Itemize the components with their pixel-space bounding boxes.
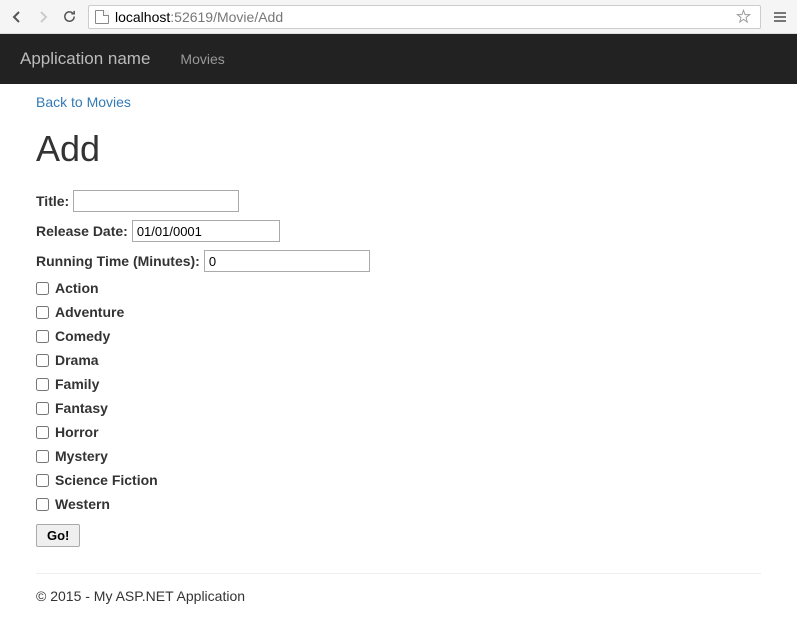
genre-checkbox[interactable] [36,378,49,391]
title-row: Title: [36,190,761,212]
bookmark-icon[interactable] [732,6,754,28]
genre-label: Western [55,496,110,512]
genre-checkbox[interactable] [36,474,49,487]
submit-button[interactable]: Go! [36,524,80,547]
release-date-row: Release Date: [36,220,761,242]
file-icon [95,10,109,24]
title-label: Title: [36,193,69,209]
navbar-brand[interactable]: Application name [20,49,150,69]
genre-label: Family [55,376,99,392]
back-to-movies-link[interactable]: Back to Movies [36,94,131,110]
genre-checkbox[interactable] [36,330,49,343]
url-path: /Movie/Add [213,9,283,25]
url-host: localhost [115,9,170,25]
genre-row: Action [36,280,761,296]
genre-row: Family [36,376,761,392]
menu-icon[interactable] [769,6,791,28]
main-container: Back to Movies Add Title: Release Date: … [0,84,797,624]
genre-checkbox[interactable] [36,426,49,439]
app-navbar: Application name Movies [0,34,797,84]
url-port: :52619 [170,9,213,25]
browser-toolbar: localhost:52619/Movie/Add [0,0,797,34]
title-input[interactable] [73,190,239,212]
genre-row: Comedy [36,328,761,344]
genre-label: Mystery [55,448,108,464]
nav-link-movies[interactable]: Movies [180,51,224,67]
genre-row: Western [36,496,761,512]
genre-label: Drama [55,352,99,368]
genre-checkbox[interactable] [36,306,49,319]
genre-list: Action Adventure Comedy Drama Family Fantasy H… [36,280,761,512]
genre-checkbox[interactable] [36,282,49,295]
divider [36,573,761,574]
genre-row: Horror [36,424,761,440]
genre-label: Science Fiction [55,472,158,488]
running-time-label: Running Time (Minutes): [36,253,200,269]
footer-text: © 2015 - My ASP.NET Application [36,588,761,604]
release-date-label: Release Date: [36,223,128,239]
genre-checkbox[interactable] [36,450,49,463]
genre-checkbox[interactable] [36,498,49,511]
genre-row: Mystery [36,448,761,464]
genre-checkbox[interactable] [36,354,49,367]
running-time-input[interactable] [204,250,370,272]
address-bar[interactable]: localhost:52619/Movie/Add [88,5,761,29]
running-time-row: Running Time (Minutes): [36,250,761,272]
genre-label: Fantasy [55,400,108,416]
genre-row: Adventure [36,304,761,320]
release-date-input[interactable] [132,220,280,242]
genre-label: Horror [55,424,99,440]
genre-row: Drama [36,352,761,368]
page-title: Add [36,128,761,170]
reload-button[interactable] [58,6,80,28]
forward-button[interactable] [32,6,54,28]
genre-label: Comedy [55,328,110,344]
genre-row: Fantasy [36,400,761,416]
genre-label: Action [55,280,99,296]
genre-checkbox[interactable] [36,402,49,415]
genre-label: Adventure [55,304,124,320]
url-text: localhost:52619/Movie/Add [115,9,732,25]
back-button[interactable] [6,6,28,28]
genre-row: Science Fiction [36,472,761,488]
